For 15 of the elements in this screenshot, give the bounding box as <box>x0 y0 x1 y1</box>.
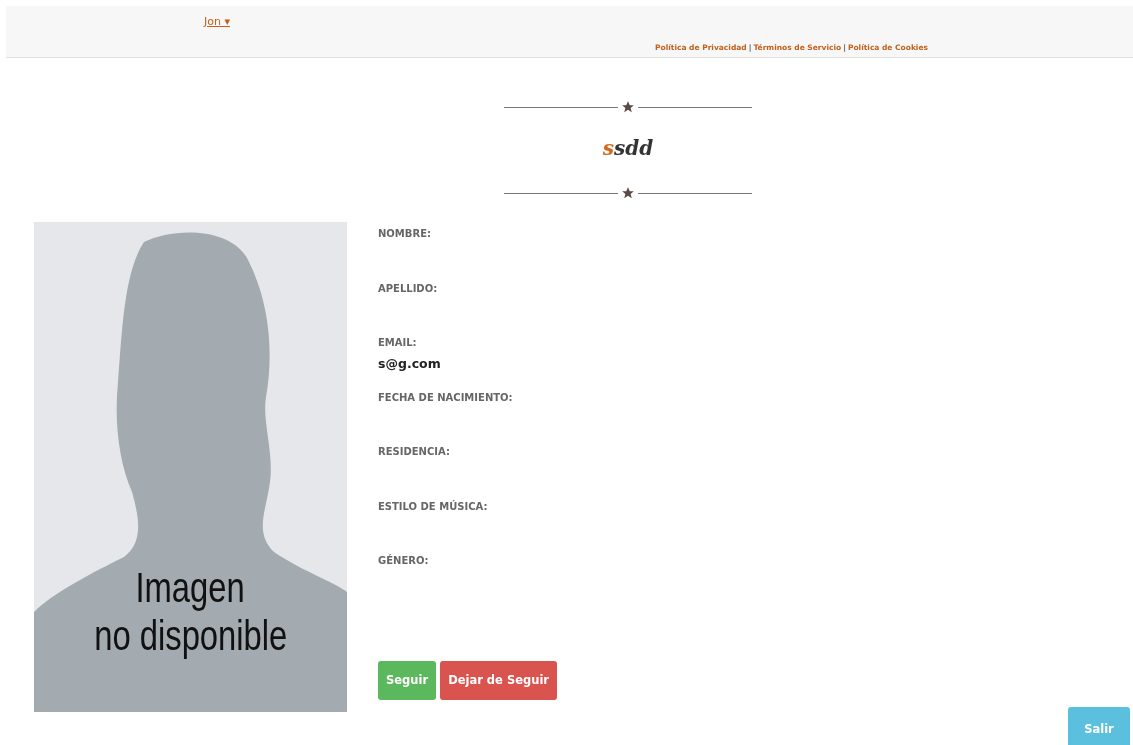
unfollow-button[interactable]: Dejar de Seguir <box>440 660 557 700</box>
field-label: ESTILO DE MÚSICA: <box>378 500 489 512</box>
follow-button[interactable]: Seguir <box>378 660 437 700</box>
field-label: GÉNERO: <box>378 555 430 566</box>
profile-username: ssdd <box>602 135 654 162</box>
field-label: FECHA DE NACIMIENTO: <box>378 391 514 403</box>
placeholder-text: Imagen <box>135 564 246 612</box>
field-value: s@g.com <box>378 356 442 371</box>
field-label: RESIDENCIA: <box>378 446 451 457</box>
placeholder-text: no disponible <box>93 612 288 660</box>
field-label: APELLIDO: <box>378 282 439 294</box>
field-label: EMAIL: <box>378 337 418 348</box>
logout-button[interactable]: Salir <box>1068 707 1130 745</box>
user-menu-link[interactable]: Jon ▾ <box>204 15 230 28</box>
field-label: NOMBRE: <box>378 228 432 239</box>
